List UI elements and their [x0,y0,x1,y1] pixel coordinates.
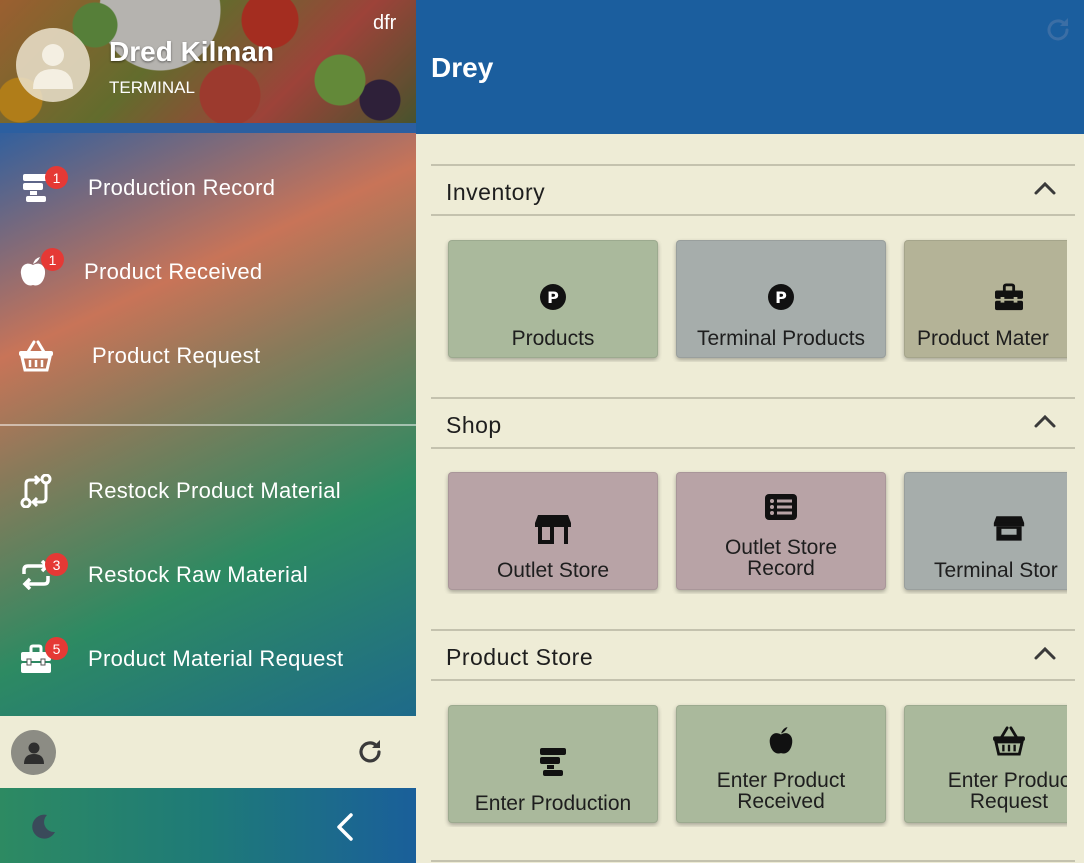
user-icon [23,742,44,764]
avatar[interactable] [16,28,90,102]
tile-row-inventory: P Products P Terminal Products Product M… [431,232,1067,362]
main-content: Inventory P Products P Terminal Products… [416,134,1084,863]
svg-text:P: P [775,288,787,307]
refresh-icon [1047,18,1069,41]
section-title: Shop [446,412,502,438]
user-icon [33,44,73,89]
tile-label: Outlet Store [496,560,610,581]
app-bar-refresh-button[interactable] [1044,16,1072,48]
sidebar-item-label: Product Request [92,343,261,368]
svg-text:P: P [547,288,559,307]
section-header-inventory[interactable]: Inventory [431,164,1075,216]
account-avatar[interactable] [11,730,56,775]
collapse-sidebar-button[interactable] [333,812,357,846]
tile-label: Enter Produc Request [947,769,1067,813]
user-tag: dfr [373,12,397,34]
section-header-product-store[interactable]: Product Store [431,629,1075,681]
tile-row-shop: Outlet Store Outlet Store Record Termina… [431,464,1067,594]
tile-label: Outlet Store Record [724,536,838,580]
refresh-button[interactable] [356,738,384,770]
apple-icon [677,726,885,756]
sidebar-item-restock-product-material[interactable]: Restock Product Material [0,461,416,521]
notification-badge: 1 [41,248,64,271]
chevron-up-icon [1034,181,1056,195]
tile-products[interactable]: P Products [448,240,658,358]
collapse-toggle[interactable] [1033,413,1057,433]
sidebar-item-product-received[interactable]: 1 Product Received [0,242,416,302]
tile-enter-product-received[interactable]: Enter Product Received [676,705,886,823]
chevron-left-icon [337,813,353,841]
app-bar: Drey [416,0,1084,134]
section-title: Inventory [446,179,546,205]
sidebar-item-production-record[interactable]: 1 Production Record [0,158,416,218]
sidebar-item-label: Production Record [88,175,276,200]
toolbox-icon [905,283,1067,311]
divider [0,424,416,426]
header-underline [0,123,416,133]
basket-icon [18,338,54,374]
store-icon [905,513,1067,543]
tile-outlet-store-record[interactable]: Outlet Store Record [676,472,886,590]
p-circle-icon: P [677,283,885,311]
tile-label: Products [511,328,595,349]
profile-header: Dred Kilman TERMINAL dfr [0,0,416,123]
tile-label: Terminal Products [696,328,866,349]
sidebar-item-label: Product Material Request [88,646,344,671]
refresh-icon [359,740,381,763]
tile-enter-product-request[interactable]: Enter Produc Request [904,705,1067,823]
sidebar-item-label: Product Received [84,259,263,284]
sidebar-item-label: Restock Raw Material [88,562,308,587]
sidebar-menu: 1 Production Record 1 Product Received P… [0,123,416,716]
notification-badge: 5 [45,637,68,660]
dark-mode-toggle[interactable] [27,812,57,846]
tile-label: Product Mater [917,328,1049,349]
tile-row-product-store: Enter Production Enter Product Received … [431,697,1067,827]
page-title: Drey [431,52,494,83]
basket-icon [905,726,1067,756]
list-icon [677,493,885,521]
divider [431,860,1075,862]
notification-badge: 1 [45,166,68,189]
chevron-up-icon [1034,646,1056,660]
tile-label: Enter Production [474,793,632,814]
sidebar-item-restock-raw-material[interactable]: 3 Restock Raw Material [0,545,416,605]
production-icon [449,746,657,778]
tile-enter-production[interactable]: Enter Production [448,705,658,823]
tile-product-material[interactable]: Product Mater [904,240,1067,358]
sidebar: Dred Kilman TERMINAL dfr 1 Production Re… [0,0,416,863]
notification-badge: 3 [45,553,68,576]
sidebar-footer-controls [0,788,416,863]
collapse-toggle[interactable] [1033,645,1057,665]
tile-terminal-products[interactable]: P Terminal Products [676,240,886,358]
collapse-toggle[interactable] [1033,180,1057,200]
tile-label: Enter Product Received [716,769,846,813]
restock-product-icon [18,473,54,509]
moon-icon [32,814,55,839]
sidebar-footer-account [0,716,416,788]
chevron-up-icon [1034,414,1056,428]
section-title: Product Store [446,644,594,670]
sidebar-item-product-request[interactable]: Product Request [0,326,416,386]
sidebar-item-label: Restock Product Material [88,478,341,503]
user-name: Dred Kilman [109,36,274,67]
tile-terminal-store[interactable]: Terminal Stor [904,472,1067,590]
tile-label: Terminal Stor [934,560,1058,581]
sidebar-item-product-material-request[interactable]: 5 Product Material Request [0,629,416,689]
user-role: TERMINAL [109,78,195,97]
p-circle-icon: P [449,283,657,311]
store-icon [449,513,657,545]
section-header-shop[interactable]: Shop [431,397,1075,449]
tile-outlet-store[interactable]: Outlet Store [448,472,658,590]
